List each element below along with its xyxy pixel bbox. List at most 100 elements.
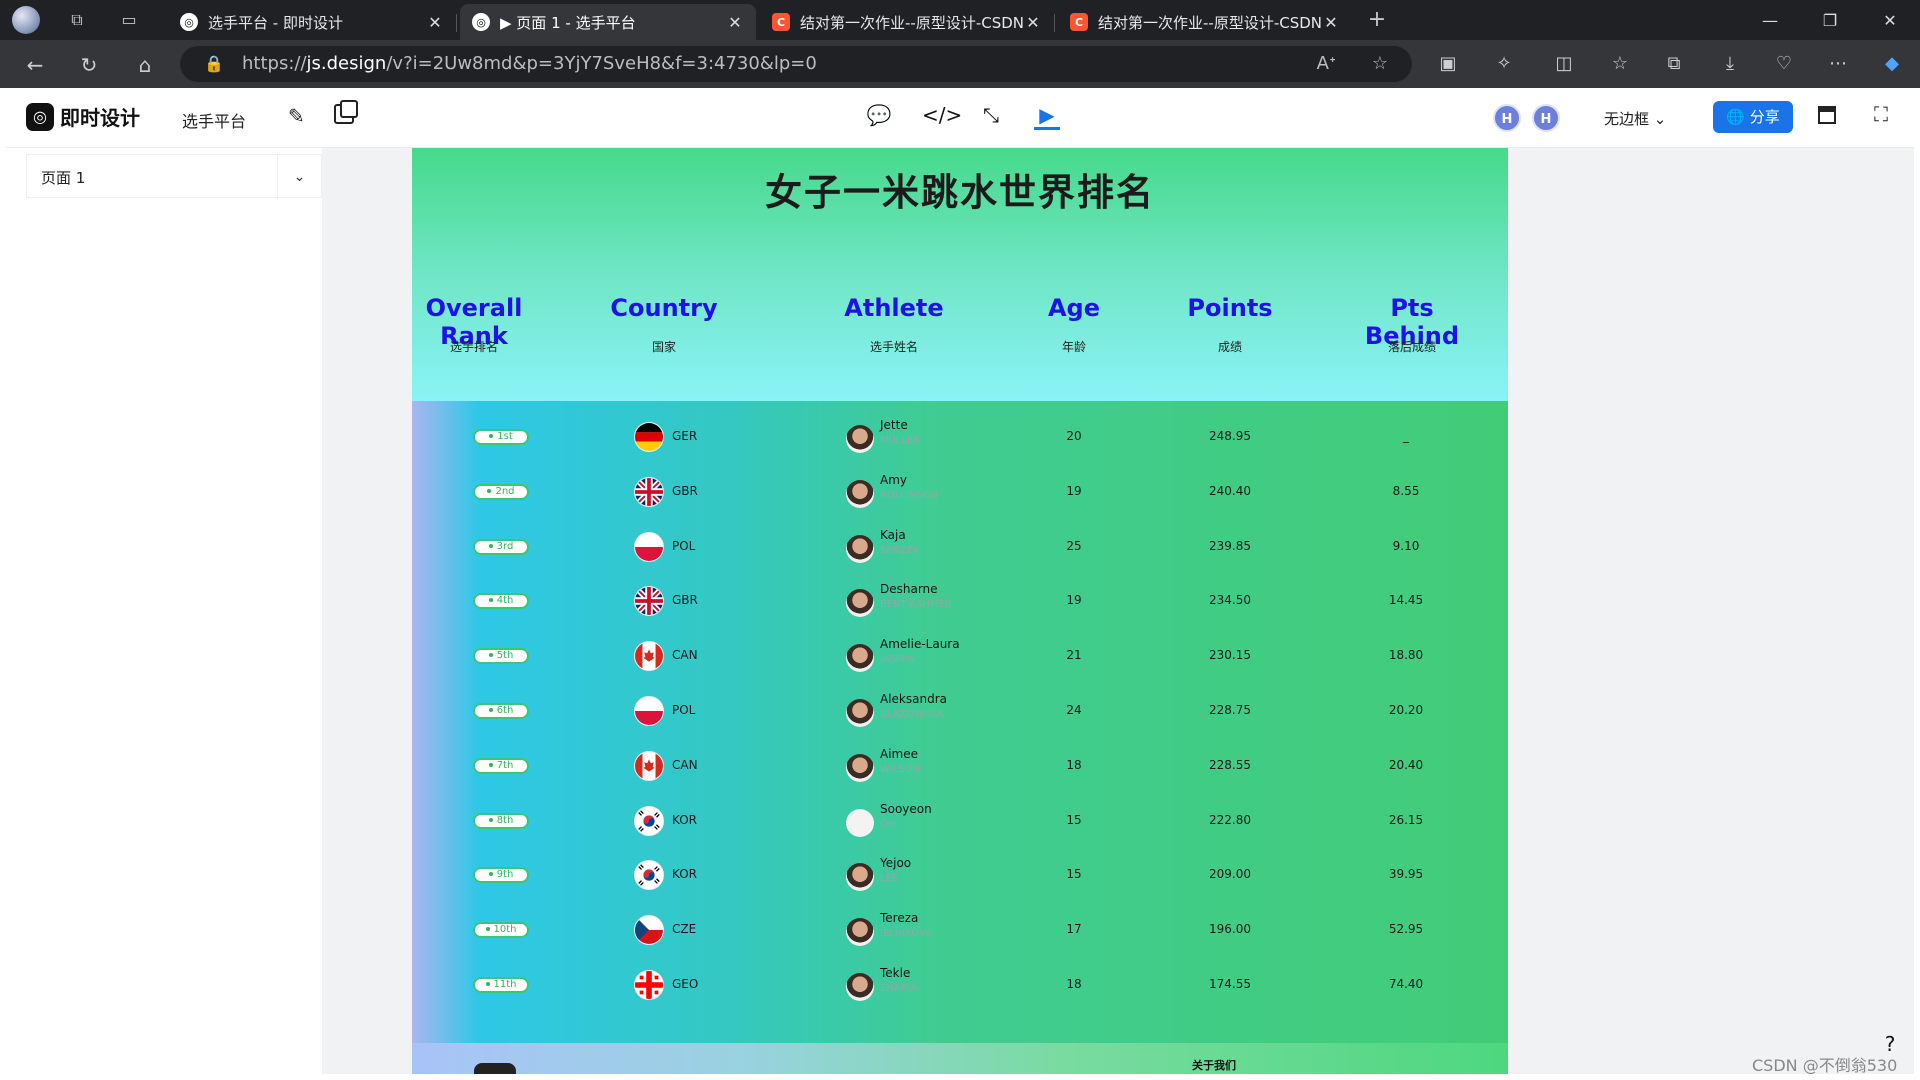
more-icon[interactable]: ⋯ [1826, 52, 1850, 76]
athlete-first-name: Kaja [880, 527, 906, 542]
table-row[interactable]: 8th KOR Sooyeon OH 15 222.80 26.15 [412, 793, 1508, 848]
table-row[interactable]: 11th GEO Tekle SHARIA 18 174.55 74.40 [412, 957, 1508, 1012]
table-row[interactable]: 3rd POL Kaja SKRZEK 25 239.85 9.10 [412, 519, 1508, 574]
close-window-button[interactable]: ✕ [1860, 0, 1920, 40]
country-code: GEO [672, 977, 699, 991]
pts-behind: 74.40 [1388, 977, 1424, 991]
country-code: CZE [672, 922, 697, 937]
dropdown-icon[interactable]: ⌄ [277, 155, 321, 199]
table-row[interactable]: 4th GBR Desharne BENT-ASHMEIL 19 234.50 … [412, 573, 1508, 628]
table-row[interactable]: 9th KOR Yejoo LEE 15 209.00 39.95 [412, 847, 1508, 902]
app-logo[interactable]: ◎ 即时设计 [26, 102, 140, 131]
about-us-link[interactable]: 关于我们 [1192, 1057, 1236, 1073]
collections-icon[interactable]: ⧉ [1662, 52, 1686, 76]
close-tab-icon[interactable]: ✕ [726, 13, 744, 32]
athlete-avatar [846, 534, 874, 563]
pts-behind: 8.55 [1392, 483, 1420, 498]
athlete-points: 228.75 [1209, 703, 1251, 717]
close-tab-icon[interactable]: ✕ [1024, 13, 1042, 32]
rank-badge: 7th [473, 757, 529, 774]
browser-tab-bar: ⧉ ▭ ◎ 选手平台 - 即时设计 ✕ ◎ ▶ 页面 1 - 选手平台 ✕ C … [0, 0, 1920, 40]
new-tab-button[interactable]: + [1366, 9, 1388, 31]
layout-icon[interactable] [1818, 106, 1836, 124]
extensions-icon[interactable]: ✧ [1492, 52, 1516, 76]
vision-icon[interactable]: ▣ [1436, 52, 1460, 76]
prototype-footer: 关于我们 [412, 1043, 1508, 1074]
tab-0[interactable]: ◎ 选手平台 - 即时设计 ✕ [168, 4, 457, 40]
country-flag-icon [634, 531, 664, 562]
home-icon[interactable]: ⌂ [132, 52, 158, 78]
table-row[interactable]: 5th CAN Amelie-Laura JASMIN 21 230.15 18… [412, 628, 1508, 683]
athlete-first-name: Jette [880, 418, 908, 432]
url-bar[interactable]: 🔒 https://js.design/v?i=2Uw8md&p=3YjY7Sv… [180, 46, 1412, 82]
column-sub-pts-behind: 落后成绩 [1387, 340, 1436, 354]
table-row[interactable]: 1st GER Jette MÜLLER 20 248.95 _ [412, 409, 1508, 464]
table-row[interactable]: 7th CAN Aimee WILSON 18 228.55 20.40 [412, 738, 1508, 793]
tab-actions-icon[interactable]: ▭ [118, 10, 140, 30]
workspaces-icon[interactable]: ⧉ [66, 10, 88, 30]
favorites-icon[interactable]: ☆ [1608, 52, 1632, 76]
tab-3[interactable]: C 结对第一次作业--原型设计-CSDN ✕ [1058, 4, 1352, 40]
athlete-last-name: ROLLINSON [880, 489, 939, 501]
rank-badge: 2nd [473, 483, 529, 500]
minimize-button[interactable]: — [1740, 0, 1800, 40]
close-tab-icon[interactable]: ✕ [426, 13, 444, 32]
country-flag-icon [634, 970, 664, 1000]
athlete-avatar [846, 644, 874, 673]
profile-avatar[interactable] [12, 6, 40, 34]
rank-badge: 9th [473, 867, 529, 884]
column-sub-athlete: 选手姓名 [869, 340, 918, 354]
refresh-icon[interactable]: ↻ [76, 52, 102, 78]
url-prefix: https:// [242, 53, 307, 74]
athlete-last-name: JASMIN [880, 654, 916, 666]
edit-pencil-icon[interactable]: ✎ [288, 104, 305, 128]
tab-2[interactable]: C 结对第一次作业--原型设计-CSDN ✕ [760, 4, 1055, 40]
fullscreen-icon[interactable]: ⛶ [1874, 102, 1888, 126]
copilot-icon[interactable]: ◆ [1880, 52, 1904, 76]
country-flag-icon [634, 860, 664, 891]
page-select[interactable]: 页面 1 ⌄ [26, 154, 322, 199]
share-button[interactable]: 🌐 分享 [1713, 101, 1793, 133]
athlete-age: 17 [1066, 922, 1082, 937]
athlete-first-name: Tekle [880, 966, 911, 980]
back-icon[interactable]: ← [22, 52, 48, 78]
athlete-avatar [846, 863, 874, 892]
url-host: js.design [306, 53, 387, 74]
close-tab-icon[interactable]: ✕ [1322, 13, 1340, 32]
rank-badge: 11th [473, 977, 529, 993]
athlete-age: 18 [1066, 977, 1082, 991]
rank-badge: 3rd [473, 538, 529, 555]
tab-title: 结对第一次作业--原型设计-CSDN [800, 13, 1024, 32]
table-row[interactable]: 6th POL Aleksandra BLAZOWSKA 24 228.75 2… [412, 683, 1508, 738]
country-flag-icon [634, 805, 664, 836]
ranking-header: 女子一米跳水世界排名 Overall Rank 选手排名 Country 国家 … [412, 148, 1508, 401]
favorite-star-icon[interactable]: ☆ [1372, 46, 1388, 82]
restore-button[interactable]: ❐ [1800, 0, 1860, 40]
athlete-age: 19 [1066, 483, 1082, 498]
column-sub-age: 年龄 [1061, 340, 1086, 354]
code-icon[interactable]: </> [922, 100, 962, 130]
collaborator-avatar[interactable]: H [1532, 104, 1560, 132]
page-select-label: 页面 1 [41, 169, 86, 187]
country-flag-icon [634, 750, 664, 781]
project-name[interactable]: 选手平台 [182, 108, 246, 132]
performance-icon[interactable]: ♡ [1772, 52, 1796, 76]
watermark: CSDN @不倒翁530 [1752, 1056, 1898, 1075]
athlete-last-name: LEE [880, 873, 899, 885]
table-row[interactable]: 10th CZE Tereza JELINKOVA 17 196.00 52.9… [412, 902, 1508, 957]
read-aloud-icon[interactable]: Aᐩ [1317, 46, 1336, 82]
comment-icon[interactable]: 💬 [866, 100, 892, 130]
athlete-age: 15 [1066, 812, 1082, 827]
downloads-icon[interactable]: ⤓ [1718, 52, 1742, 76]
table-row[interactable]: 2nd GBR Amy ROLLINSON 19 240.40 8.55 [412, 464, 1508, 519]
split-screen-icon[interactable]: ◫ [1552, 52, 1576, 76]
frame-mode-select[interactable]: 无边框 ⌄ [1604, 108, 1666, 129]
play-icon[interactable]: ▶ [1034, 100, 1060, 130]
connection-icon[interactable]: ⤡ [978, 100, 1004, 130]
duplicate-icon[interactable] [334, 100, 358, 124]
csdn-favicon-icon: C [772, 13, 790, 31]
athlete-last-name: SKRZEK [880, 544, 920, 556]
tab-1-active[interactable]: ◎ ▶ 页面 1 - 选手平台 ✕ [460, 4, 756, 40]
collaborator-avatar[interactable]: H [1493, 104, 1521, 132]
pts-behind: 39.95 [1388, 867, 1424, 882]
